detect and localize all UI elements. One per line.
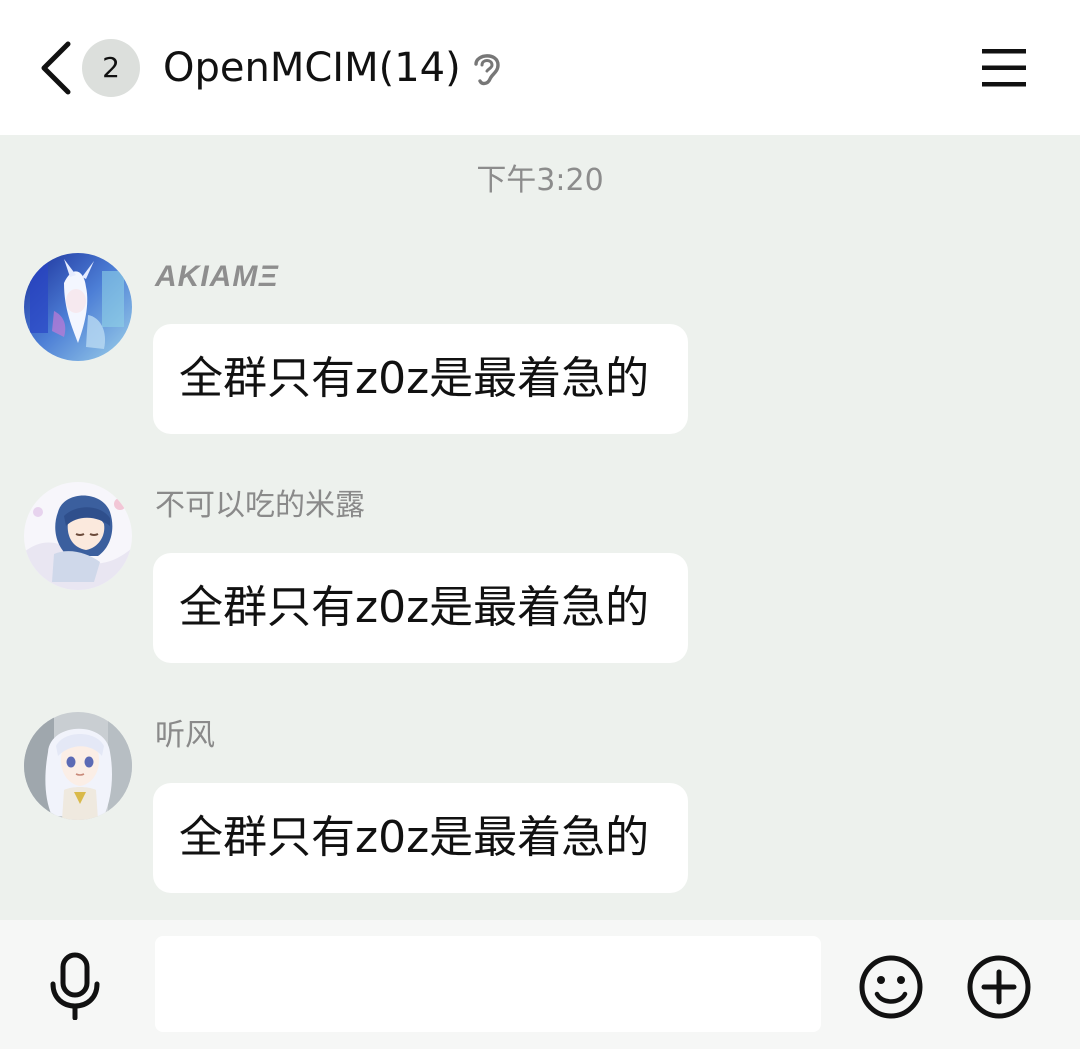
emoji-button[interactable] — [858, 954, 924, 1020]
message-item: 听风 全群只有z0z是最着急的 — [0, 712, 1080, 912]
sender-name[interactable]: 不可以吃的米露 — [155, 488, 365, 524]
menu-button[interactable] — [978, 44, 1030, 92]
message-timestamp: 下午3:20 — [476, 163, 604, 198]
avatar[interactable] — [24, 482, 132, 590]
message-bubble[interactable]: 全群只有z0z是最着急的 — [153, 553, 688, 663]
input-bar — [0, 920, 1080, 1049]
message-input[interactable] — [155, 936, 821, 1032]
voice-button[interactable] — [45, 952, 105, 1021]
avatar-image — [24, 253, 132, 361]
smiley-icon — [859, 955, 923, 1019]
message-bubble[interactable]: 全群只有z0z是最着急的 — [153, 783, 688, 893]
more-button[interactable] — [966, 954, 1032, 1020]
top-bar: 2 OpenMCIM(14) — [0, 0, 1080, 135]
avatar[interactable] — [24, 253, 132, 361]
ear-icon[interactable] — [470, 48, 504, 88]
microphone-icon — [50, 952, 100, 1021]
unread-count-badge[interactable]: 2 — [82, 39, 140, 97]
avatar-image — [24, 482, 132, 590]
chevron-left-icon — [41, 41, 71, 95]
sender-name[interactable]: 听风 — [155, 718, 215, 754]
back-button[interactable] — [32, 36, 80, 100]
avatar[interactable] — [24, 712, 132, 820]
chat-title[interactable]: OpenMCIM(14) — [163, 42, 461, 94]
hamburger-menu-icon — [982, 49, 1026, 87]
avatar-image — [24, 712, 132, 820]
message-bubble[interactable]: 全群只有z0z是最着急的 — [153, 324, 688, 434]
message-list[interactable]: 下午3:20 AKIAMΞ 全群只有z0z是最着急的 不可以吃的米露 全群只有z… — [0, 135, 1080, 920]
message-item: AKIAMΞ 全群只有z0z是最着急的 — [0, 253, 1080, 453]
plus-circle-icon — [967, 955, 1031, 1019]
message-item: 不可以吃的米露 全群只有z0z是最着急的 — [0, 482, 1080, 682]
sender-name[interactable]: AKIAMΞ — [155, 259, 279, 295]
